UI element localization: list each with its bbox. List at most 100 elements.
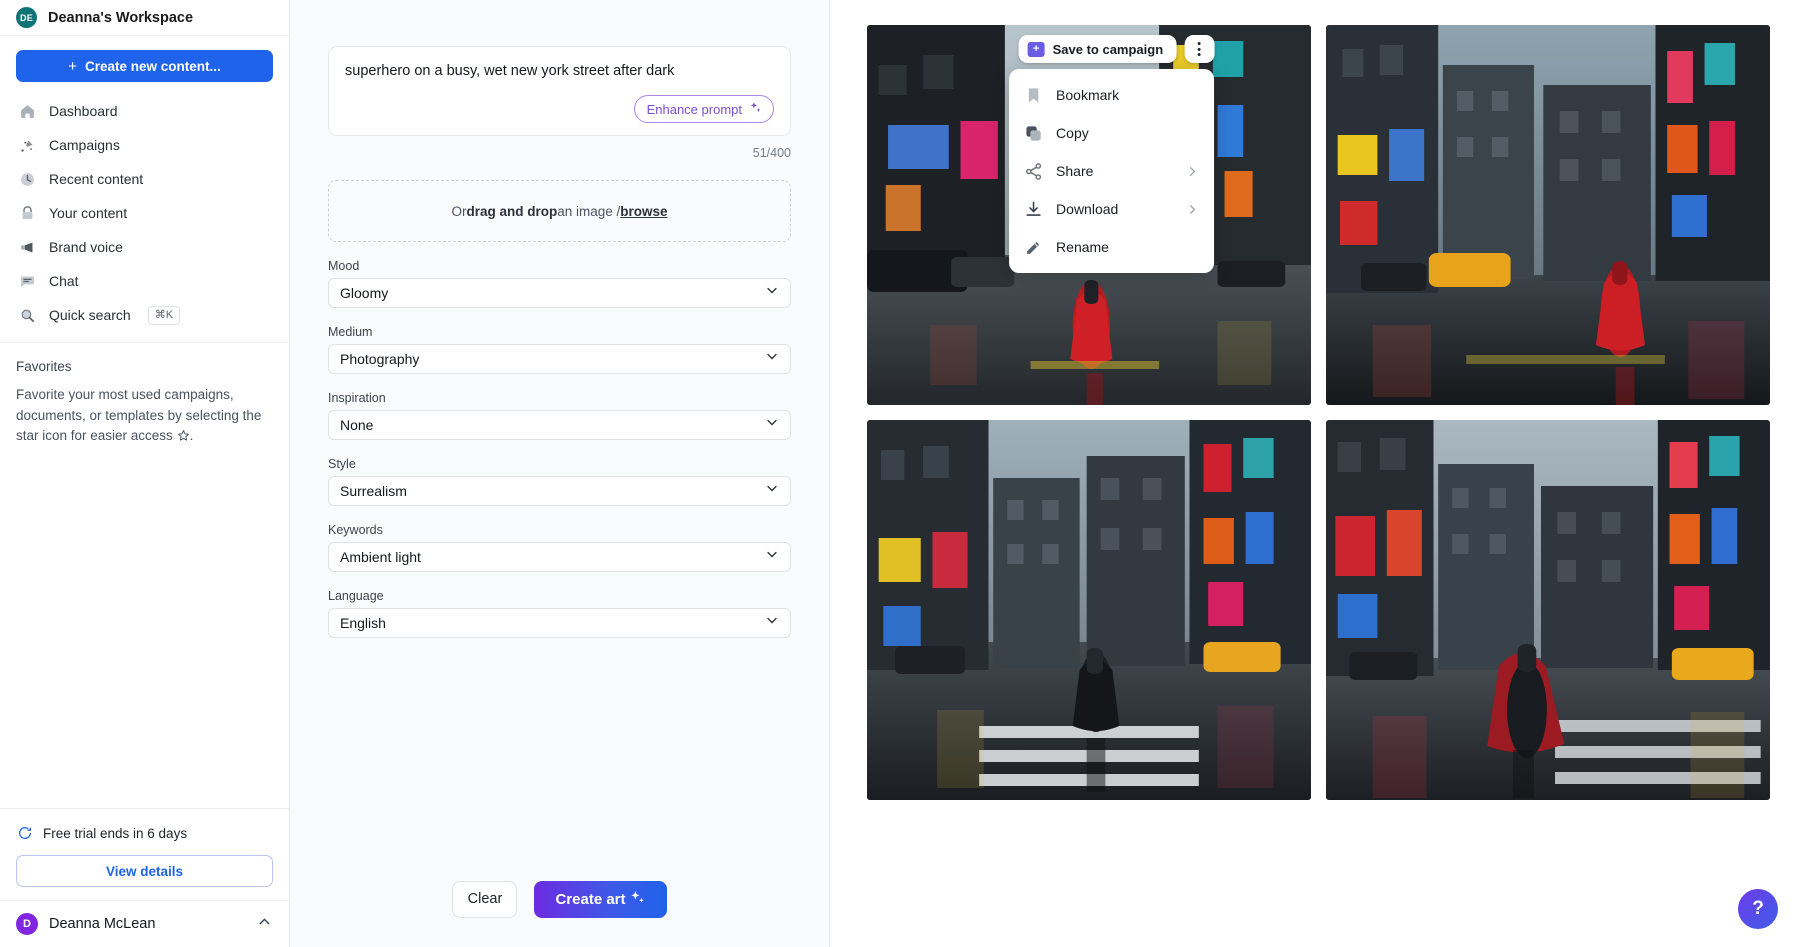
image-dropzone[interactable]: Or drag and drop an image / browse xyxy=(328,180,791,242)
select-wrap-style: Surrealism xyxy=(328,476,791,506)
share-icon xyxy=(1024,162,1043,181)
generated-image-1[interactable]: + Save to campaign Bookmark xyxy=(867,25,1311,405)
download-icon xyxy=(1024,200,1043,219)
field-keywords: Keywords Ambient light xyxy=(328,523,791,572)
campaigns-icon xyxy=(18,136,36,154)
select-wrap-inspiration: None xyxy=(328,410,791,440)
more-options-button[interactable] xyxy=(1184,35,1214,63)
sidebar-label-your-content: Your content xyxy=(49,205,127,221)
menu-label-bookmark: Bookmark xyxy=(1056,87,1200,103)
chevron-right-icon xyxy=(1185,164,1200,179)
menu-item-share[interactable]: Share xyxy=(1009,152,1214,190)
create-art-button[interactable]: Create art xyxy=(534,881,666,918)
menu-label-copy: Copy xyxy=(1056,125,1200,141)
menu-item-download[interactable]: Download xyxy=(1009,190,1214,228)
create-new-content-button[interactable]: + Create new content... xyxy=(16,50,273,82)
sidebar-item-chat[interactable]: Chat xyxy=(0,264,289,298)
plus-icon: + xyxy=(68,59,77,74)
workspace-avatar: DE xyxy=(16,7,37,28)
select-wrap-keywords: Ambient light xyxy=(328,542,791,572)
user-avatar: D xyxy=(16,913,38,935)
quick-search-shortcut: ⌘K xyxy=(148,306,180,325)
sidebar-label-quick-search: Quick search xyxy=(49,307,131,323)
generated-image-4[interactable] xyxy=(1326,420,1770,800)
favorites-title: Favorites xyxy=(16,359,273,374)
label-keywords: Keywords xyxy=(328,523,791,537)
sidebar-label-campaigns: Campaigns xyxy=(49,137,120,153)
chat-icon xyxy=(18,272,36,290)
form-body: superhero on a busy, wet new york street… xyxy=(290,0,829,851)
select-wrap-language: English xyxy=(328,608,791,638)
select-medium[interactable]: Photography xyxy=(328,344,791,374)
dropzone-prefix: Or xyxy=(451,204,466,219)
trial-status: Free trial ends in 6 days xyxy=(16,824,273,842)
field-style: Style Surrealism xyxy=(328,457,791,506)
create-block: + Create new content... xyxy=(0,36,289,82)
character-counter: 51/400 xyxy=(328,146,791,160)
clock-icon xyxy=(18,170,36,188)
folder-add-icon: + xyxy=(1028,42,1045,57)
trial-timer-icon xyxy=(16,824,34,842)
dropzone-middle: an image / xyxy=(557,204,620,219)
clear-button[interactable]: Clear xyxy=(452,881,517,918)
lock-icon xyxy=(18,204,36,222)
image-grid: + Save to campaign Bookmark xyxy=(867,25,1770,800)
user-account-row[interactable]: D Deanna McLean xyxy=(0,900,289,947)
sidebar-item-brand-voice[interactable]: Brand voice xyxy=(0,230,289,264)
sidebar: DE Deanna's Workspace + Create new conte… xyxy=(0,0,290,947)
sidebar-item-recent-content[interactable]: Recent content xyxy=(0,162,289,196)
prompt-input[interactable]: superhero on a busy, wet new york street… xyxy=(345,61,774,81)
chevron-up-icon[interactable] xyxy=(256,913,273,935)
workspace-header[interactable]: DE Deanna's Workspace xyxy=(0,0,289,36)
select-language[interactable]: English xyxy=(328,608,791,638)
select-mood[interactable]: Gloomy xyxy=(328,278,791,308)
select-wrap-mood: Gloomy xyxy=(328,278,791,308)
sparkle-icon xyxy=(749,101,762,117)
dropzone-bold: drag and drop xyxy=(466,204,557,219)
select-inspiration[interactable]: None xyxy=(328,410,791,440)
sidebar-item-your-content[interactable]: Your content xyxy=(0,196,289,230)
enhance-prompt-label: Enhance prompt xyxy=(647,102,742,117)
user-name: Deanna McLean xyxy=(49,916,245,932)
label-medium: Medium xyxy=(328,325,791,339)
sidebar-label-brand-voice: Brand voice xyxy=(49,239,123,255)
menu-item-copy[interactable]: Copy xyxy=(1009,114,1214,152)
label-mood: Mood xyxy=(328,259,791,273)
label-language: Language xyxy=(328,589,791,603)
favorites-description-text: Favorite your most used campaigns, docum… xyxy=(16,387,261,443)
generated-image-2[interactable] xyxy=(1326,25,1770,405)
view-details-button[interactable]: View details xyxy=(16,855,273,887)
prompt-actions: Enhance prompt xyxy=(345,95,774,123)
label-style: Style xyxy=(328,457,791,471)
menu-item-rename[interactable]: Rename xyxy=(1009,228,1214,266)
select-keywords[interactable]: Ambient light xyxy=(328,542,791,572)
help-button[interactable]: ? xyxy=(1738,889,1778,929)
field-language: Language English xyxy=(328,589,791,638)
field-inspiration: Inspiration None xyxy=(328,391,791,440)
image-4-art xyxy=(1326,420,1770,800)
generated-image-3[interactable] xyxy=(867,420,1311,800)
copy-icon xyxy=(1024,124,1043,143)
sidebar-item-quick-search[interactable]: Quick search ⌘K xyxy=(0,298,289,332)
home-icon xyxy=(18,102,36,120)
select-style[interactable]: Surrealism xyxy=(328,476,791,506)
save-to-campaign-button[interactable]: + Save to campaign xyxy=(1019,35,1177,63)
form-footer: Clear Create art xyxy=(290,851,829,947)
sidebar-item-dashboard[interactable]: Dashboard xyxy=(0,94,289,128)
enhance-prompt-button[interactable]: Enhance prompt xyxy=(634,95,774,123)
field-mood: Mood Gloomy xyxy=(328,259,791,308)
sidebar-item-campaigns[interactable]: Campaigns xyxy=(0,128,289,162)
dropzone-browse-link[interactable]: browse xyxy=(620,204,667,219)
menu-item-bookmark[interactable]: Bookmark xyxy=(1009,76,1214,114)
workspace-name: Deanna's Workspace xyxy=(48,10,193,26)
favorites-description-end: . xyxy=(190,428,194,443)
favorites-description: Favorite your most used campaigns, docum… xyxy=(16,385,273,449)
chevron-right-icon xyxy=(1185,202,1200,217)
trial-text: Free trial ends in 6 days xyxy=(43,826,187,841)
menu-label-share: Share xyxy=(1056,163,1185,179)
context-menu: Bookmark Copy Share xyxy=(1009,69,1214,273)
art-generation-form: superhero on a busy, wet new york street… xyxy=(290,0,830,947)
sidebar-spacer xyxy=(0,449,289,809)
sidebar-label-dashboard: Dashboard xyxy=(49,103,118,119)
prompt-box: superhero on a busy, wet new york street… xyxy=(328,46,791,136)
